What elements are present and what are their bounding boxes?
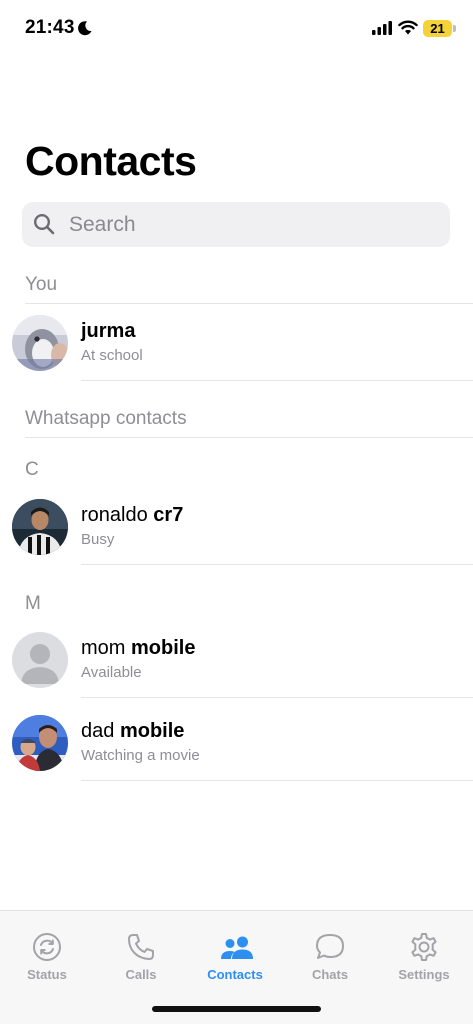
contact-name: mom mobile (81, 637, 196, 659)
section-header-you: You (25, 274, 58, 295)
moon-icon (78, 21, 92, 36)
search-bar[interactable] (22, 202, 450, 247)
tab-label: Status (27, 967, 67, 982)
contact-name: dad mobile (81, 720, 185, 742)
contact-status: At school (81, 347, 143, 364)
tab-calls[interactable]: Calls (94, 911, 188, 991)
divider (81, 780, 473, 781)
tab-label: Chats (311, 967, 349, 982)
divider (81, 697, 473, 698)
section-header-whatsapp-contacts: Whatsapp contacts (25, 408, 187, 429)
contact-status: Busy (81, 531, 115, 548)
battery-tip (453, 25, 456, 32)
divider (81, 380, 473, 381)
divider (25, 303, 473, 304)
status-time: 21:43 (25, 17, 75, 38)
phone-icon (128, 934, 154, 960)
avatar (12, 715, 68, 771)
section-letter-c: C (25, 459, 39, 480)
contact-row-ronaldo[interactable]: ronaldo cr7 Busy (0, 499, 473, 581)
search-icon (33, 213, 55, 235)
wifi-icon (398, 20, 418, 35)
battery-indicator: 21 (423, 20, 452, 37)
page-title: Contacts (25, 138, 197, 184)
avatar (12, 315, 68, 371)
contact-name: ronaldo cr7 (81, 504, 184, 526)
contact-row-me[interactable]: jurma At school (0, 315, 473, 397)
tab-label: Contacts (207, 967, 263, 982)
tab-status[interactable]: Status (0, 911, 94, 991)
tab-contacts[interactable]: Contacts (188, 911, 282, 991)
avatar-placeholder-icon (12, 632, 68, 688)
cellular-signal-icon (372, 21, 392, 35)
divider (81, 564, 473, 565)
chat-bubble-icon (316, 934, 344, 959)
divider (25, 437, 473, 438)
home-indicator (152, 1006, 321, 1012)
tab-chats[interactable]: Chats (283, 911, 377, 991)
search-input[interactable] (69, 202, 439, 247)
section-letter-m: M (25, 593, 41, 614)
status-bar: 21:43 21 (0, 0, 473, 56)
tab-settings[interactable]: Settings (377, 911, 471, 991)
status-icon (33, 933, 61, 961)
contacts-icon (221, 936, 253, 959)
avatar (12, 499, 68, 555)
contact-row-dad[interactable]: dad mobile Watching a movie (0, 715, 473, 797)
contact-status: Available (81, 664, 142, 681)
gear-icon (411, 933, 437, 961)
tab-label: Calls (125, 967, 157, 982)
tab-label: Settings (398, 967, 450, 982)
contact-name: jurma (81, 320, 136, 342)
contact-status: Watching a movie (81, 747, 200, 764)
contact-row-mom[interactable]: mom mobile Available (0, 632, 473, 714)
